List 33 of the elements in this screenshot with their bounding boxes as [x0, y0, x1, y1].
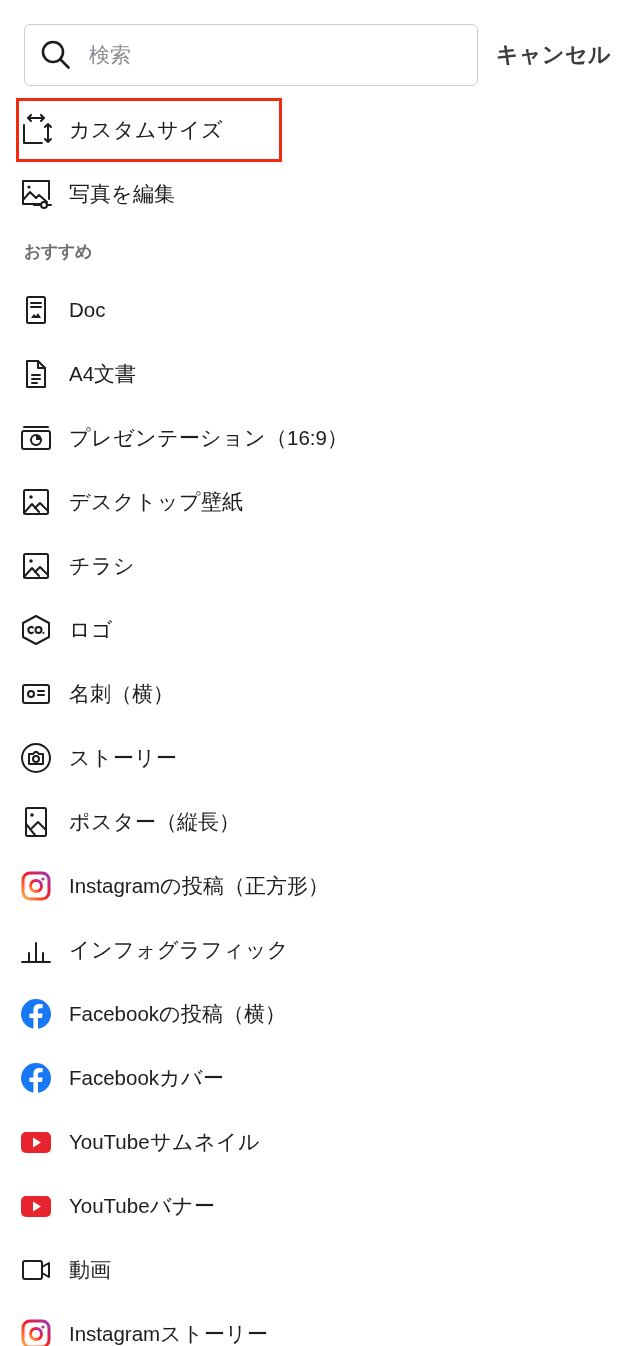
- menu-item[interactable]: Doc: [16, 278, 165, 342]
- section-heading: おすすめ: [24, 241, 92, 263]
- menu-item[interactable]: Facebookカバー: [16, 1046, 284, 1110]
- menu-item[interactable]: ロゴ: [16, 598, 172, 662]
- search-field[interactable]: 検索: [24, 24, 478, 86]
- camera-icon: [20, 1318, 52, 1346]
- menu-item[interactable]: ストーリー: [16, 726, 236, 790]
- menu-item[interactable]: Instagramの投稿（正方形）: [16, 854, 389, 918]
- logo-icon: [20, 614, 52, 646]
- menu-item[interactable]: インフォグラフィック: [16, 918, 348, 982]
- search-icon: [40, 39, 72, 71]
- photo-edit-icon: [20, 178, 52, 210]
- facebook-icon: [20, 998, 52, 1030]
- menu-item[interactable]: カスタムサイズ: [16, 98, 282, 162]
- menu-item[interactable]: Instagramストーリー: [16, 1302, 328, 1346]
- resize-icon: [20, 114, 52, 146]
- facebook-icon: [20, 1062, 52, 1094]
- menu-item[interactable]: プレゼンテーション（16:9）: [16, 406, 407, 470]
- image-icon: [20, 550, 52, 582]
- menu-item[interactable]: 動画: [16, 1238, 170, 1302]
- menu-item[interactable]: デスクトップ壁紙: [16, 470, 302, 534]
- menu-item[interactable]: 写真を編集: [16, 162, 234, 226]
- camera-icon: [20, 870, 52, 902]
- camera-icon: [20, 742, 52, 774]
- menu-item[interactable]: A4文書: [16, 342, 196, 406]
- menu-item[interactable]: YouTubeサムネイル: [16, 1110, 319, 1174]
- menu-item[interactable]: Facebookの投稿（横）: [16, 982, 346, 1046]
- cancel-button[interactable]: キャンセル: [496, 36, 611, 74]
- image-icon: [20, 486, 52, 518]
- menu-item[interactable]: YouTubeバナー: [16, 1174, 274, 1238]
- menu-item[interactable]: チラシ: [16, 534, 194, 598]
- menu-item[interactable]: 名刺（横）: [16, 662, 233, 726]
- menu-item[interactable]: ポスター（縦長）: [16, 790, 299, 854]
